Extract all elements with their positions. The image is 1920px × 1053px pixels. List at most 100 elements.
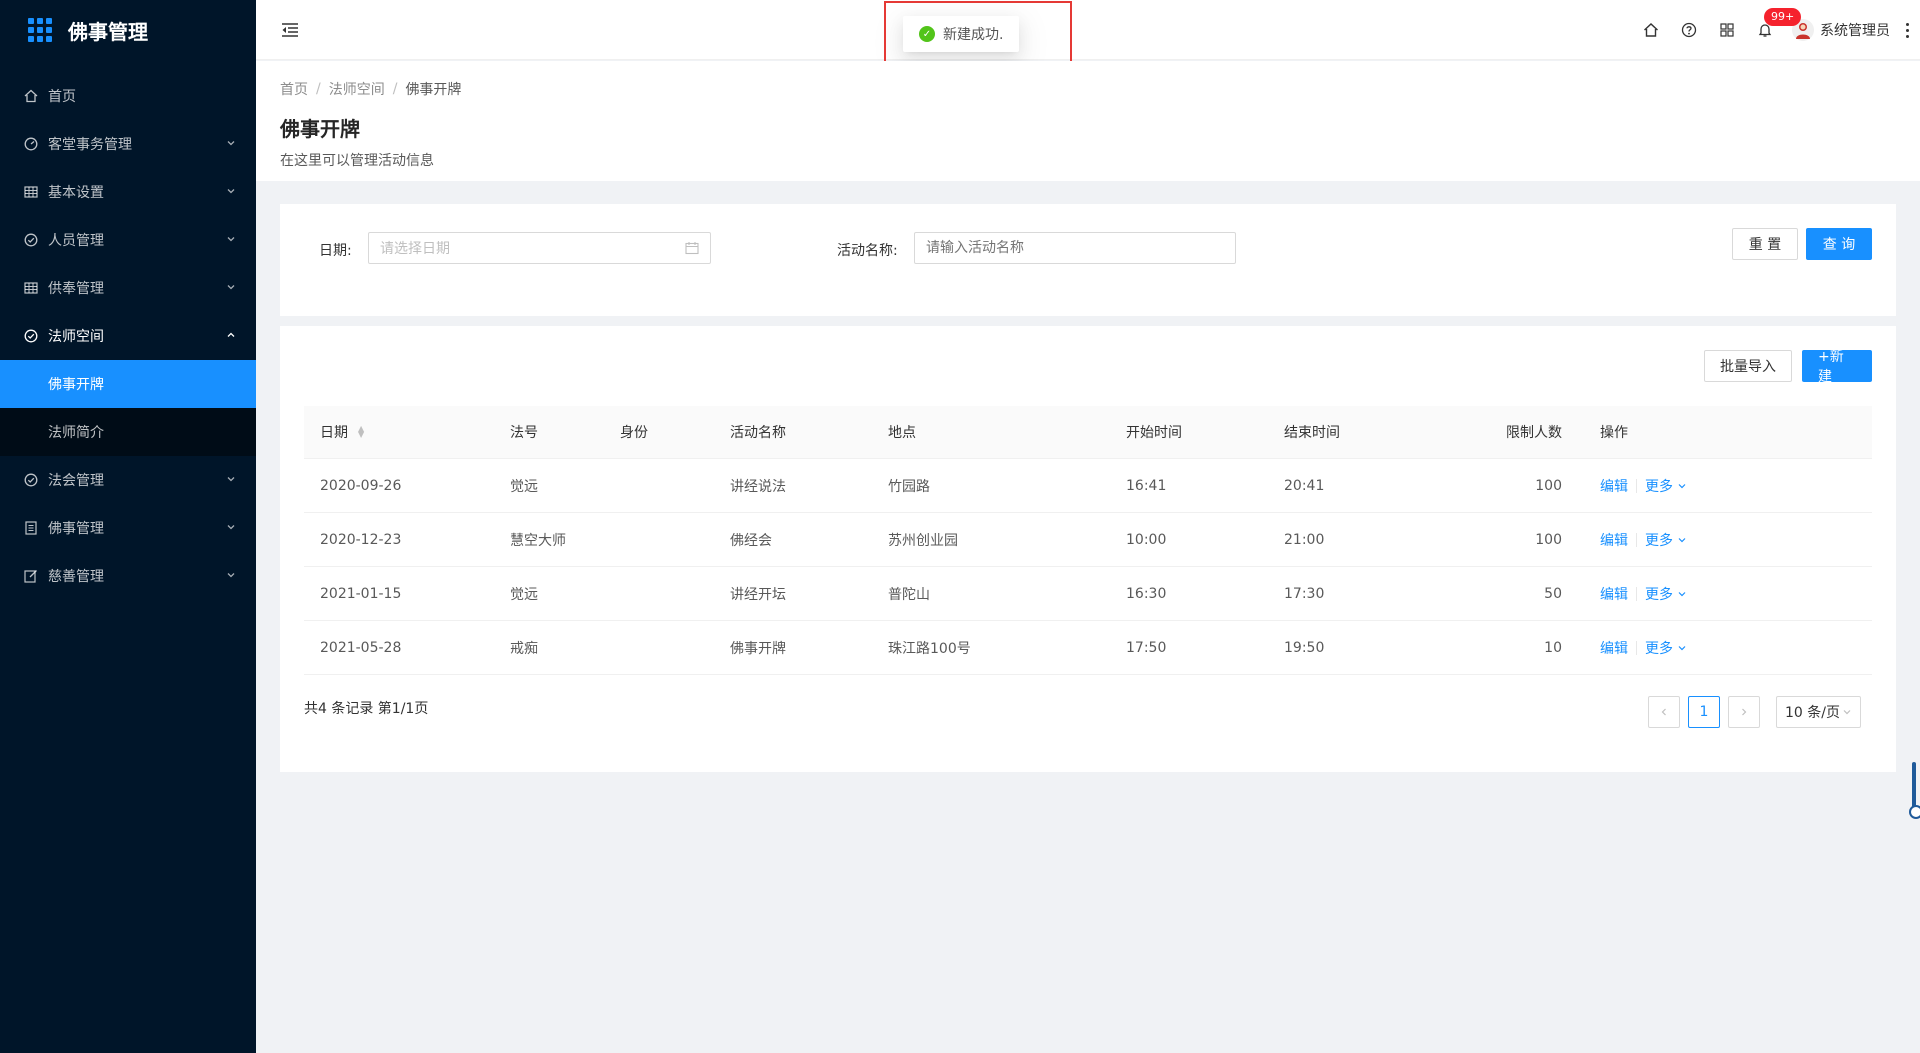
page-header: 首页 / 法师空间 / 佛事开牌 佛事开牌 在这里可以管理活动信息 <box>256 61 1920 181</box>
edit-link[interactable]: 编辑 <box>1600 638 1628 658</box>
action-divider <box>1636 532 1637 547</box>
action-divider <box>1636 640 1637 655</box>
notification-badge: 99+ <box>1764 8 1802 26</box>
sidebar-item-master-space[interactable]: 法师空间 <box>0 312 256 360</box>
cell-actions: 编辑 更多 <box>1600 567 1687 620</box>
sidebar-item-dharma-assembly[interactable]: 法会管理 <box>0 456 256 504</box>
breadcrumb-current: 佛事开牌 <box>405 82 462 98</box>
action-divider <box>1636 586 1637 601</box>
edit-link[interactable]: 编辑 <box>1600 584 1628 604</box>
edit-link[interactable]: 编辑 <box>1600 530 1628 550</box>
data-table: 日期 ▲ ▼ 法号 身份 活动名称 地点 开始时间 结束时间 限制人数 操作 20… <box>304 406 1872 675</box>
chevron-down-icon <box>226 234 236 247</box>
activity-name-input[interactable] <box>914 232 1236 264</box>
cell-fahao: 慧空大师 <box>510 532 566 549</box>
cell-fahao: 觉远 <box>510 586 538 603</box>
calendar-icon <box>685 241 699 259</box>
sidebar: 佛事管理 首页 客堂事务管理 基本设置 人员管理 供奉管理 法师空间 佛事开牌 … <box>0 0 256 1053</box>
query-button[interactable]: 查 询 <box>1806 228 1872 260</box>
cell-activity: 讲经开坛 <box>730 586 786 603</box>
notification-bell-icon[interactable]: 99+ <box>1746 0 1802 60</box>
more-link[interactable]: 更多 <box>1645 476 1687 496</box>
sidebar-item-buddhist-affairs-open[interactable]: 佛事开牌 <box>0 360 256 408</box>
sidebar-item-master-intro[interactable]: 法师简介 <box>0 408 256 456</box>
edit-link[interactable]: 编辑 <box>1600 476 1628 496</box>
new-button[interactable]: +新建 <box>1802 349 1872 385</box>
chevron-down-icon <box>1679 591 1686 596</box>
sidebar-item-offering[interactable]: 供奉管理 <box>0 264 256 312</box>
page-description: 在这里可以管理活动信息 <box>280 153 434 169</box>
check-circle-icon <box>24 329 38 343</box>
date-picker[interactable]: 请选择日期 <box>368 232 711 264</box>
column-header-start-time: 开始时间 <box>1126 425 1182 441</box>
table-row: 2020-09-26 觉远 讲经说法 竹园路 16:41 20:41 100 编… <box>304 459 1872 513</box>
cell-limit: 100 <box>1535 477 1562 494</box>
scroll-indicator[interactable] <box>1909 762 1920 819</box>
chevron-down-icon <box>1843 710 1851 715</box>
breadcrumb-separator: / <box>392 81 398 97</box>
search-form: 日期: 请选择日期 活动名称: 重 置 查 询 <box>280 204 1896 316</box>
more-link[interactable]: 更多 <box>1645 530 1687 550</box>
sidebar-item-buddhist-affairs[interactable]: 佛事管理 <box>0 504 256 552</box>
reset-button[interactable]: 重 置 <box>1732 228 1798 260</box>
breadcrumb-home[interactable]: 首页 <box>280 79 308 99</box>
date-label: 日期: <box>319 243 352 259</box>
user-name: 系统管理员 <box>1820 23 1890 39</box>
page-title: 佛事开牌 <box>280 117 360 141</box>
column-header-date[interactable]: 日期 ▲ ▼ <box>320 406 364 458</box>
home-icon[interactable] <box>1632 0 1670 60</box>
table-icon <box>24 185 38 199</box>
cell-actions: 编辑 更多 <box>1600 621 1687 674</box>
cell-place: 普陀山 <box>888 586 930 603</box>
sidebar-item-home[interactable]: 首页 <box>0 72 256 120</box>
check-circle-icon <box>24 233 38 247</box>
table-header: 日期 ▲ ▼ 法号 身份 活动名称 地点 开始时间 结束时间 限制人数 操作 <box>304 406 1872 459</box>
activity-name-label: 活动名称: <box>837 243 898 259</box>
cell-end-time: 21:00 <box>1284 531 1325 548</box>
apps-icon[interactable] <box>1708 0 1746 60</box>
column-header-end-time: 结束时间 <box>1284 425 1340 441</box>
chevron-down-icon <box>1679 483 1686 488</box>
cell-end-time: 17:30 <box>1284 585 1325 602</box>
breadcrumb-parent[interactable]: 法师空间 <box>329 79 385 99</box>
more-vertical-icon[interactable] <box>1904 22 1910 38</box>
prev-page-button[interactable] <box>1648 696 1680 728</box>
more-link[interactable]: 更多 <box>1645 638 1687 658</box>
cell-activity: 佛经会 <box>730 532 772 549</box>
cell-date: 2021-05-28 <box>320 639 402 656</box>
cell-limit: 50 <box>1544 585 1562 602</box>
check-circle-icon <box>24 473 38 487</box>
sidebar-menu: 首页 客堂事务管理 基本设置 人员管理 供奉管理 法师空间 佛事开牌 法师简介 … <box>0 72 256 600</box>
chevron-down-icon <box>1679 645 1686 650</box>
next-page-button[interactable] <box>1728 696 1760 728</box>
page-number-button[interactable]: 1 <box>1688 696 1720 728</box>
sidebar-item-charity[interactable]: 慈善管理 <box>0 552 256 600</box>
sort-icon[interactable]: ▲ ▼ <box>358 425 364 439</box>
dashboard-icon <box>24 137 38 151</box>
column-header-activity: 活动名称 <box>730 425 786 441</box>
sidebar-item-personnel[interactable]: 人员管理 <box>0 216 256 264</box>
breadcrumb-separator: / <box>316 81 321 97</box>
user-menu[interactable]: 系统管理员 <box>1792 19 1890 41</box>
chevron-down-icon <box>226 570 236 583</box>
column-header-place: 地点 <box>888 425 916 441</box>
breadcrumb: 首页 / 法师空间 / 佛事开牌 <box>280 79 1896 99</box>
chevron-down-icon <box>226 186 236 199</box>
cell-limit: 10 <box>1544 639 1562 656</box>
batch-import-button[interactable]: 批量导入 <box>1704 350 1792 382</box>
table-row: 2021-01-15 觉远 讲经开坛 普陀山 16:30 17:30 50 编辑… <box>304 567 1872 621</box>
help-icon[interactable] <box>1670 0 1708 60</box>
chevron-right-icon <box>1742 708 1747 716</box>
cell-fahao: 觉远 <box>510 478 538 495</box>
sidebar-item-basic-settings[interactable]: 基本设置 <box>0 168 256 216</box>
chevron-up-icon <box>226 330 236 343</box>
more-link[interactable]: 更多 <box>1645 584 1687 604</box>
cell-end-time: 19:50 <box>1284 639 1325 656</box>
sidebar-item-hall-affairs[interactable]: 客堂事务管理 <box>0 120 256 168</box>
page-size-select[interactable]: 10 条/页 <box>1776 696 1861 728</box>
menu-fold-icon[interactable] <box>280 20 300 40</box>
logo[interactable]: 佛事管理 <box>0 0 256 60</box>
table-icon <box>24 281 38 295</box>
cell-start-time: 10:00 <box>1126 531 1167 548</box>
chevron-down-icon <box>226 522 236 535</box>
